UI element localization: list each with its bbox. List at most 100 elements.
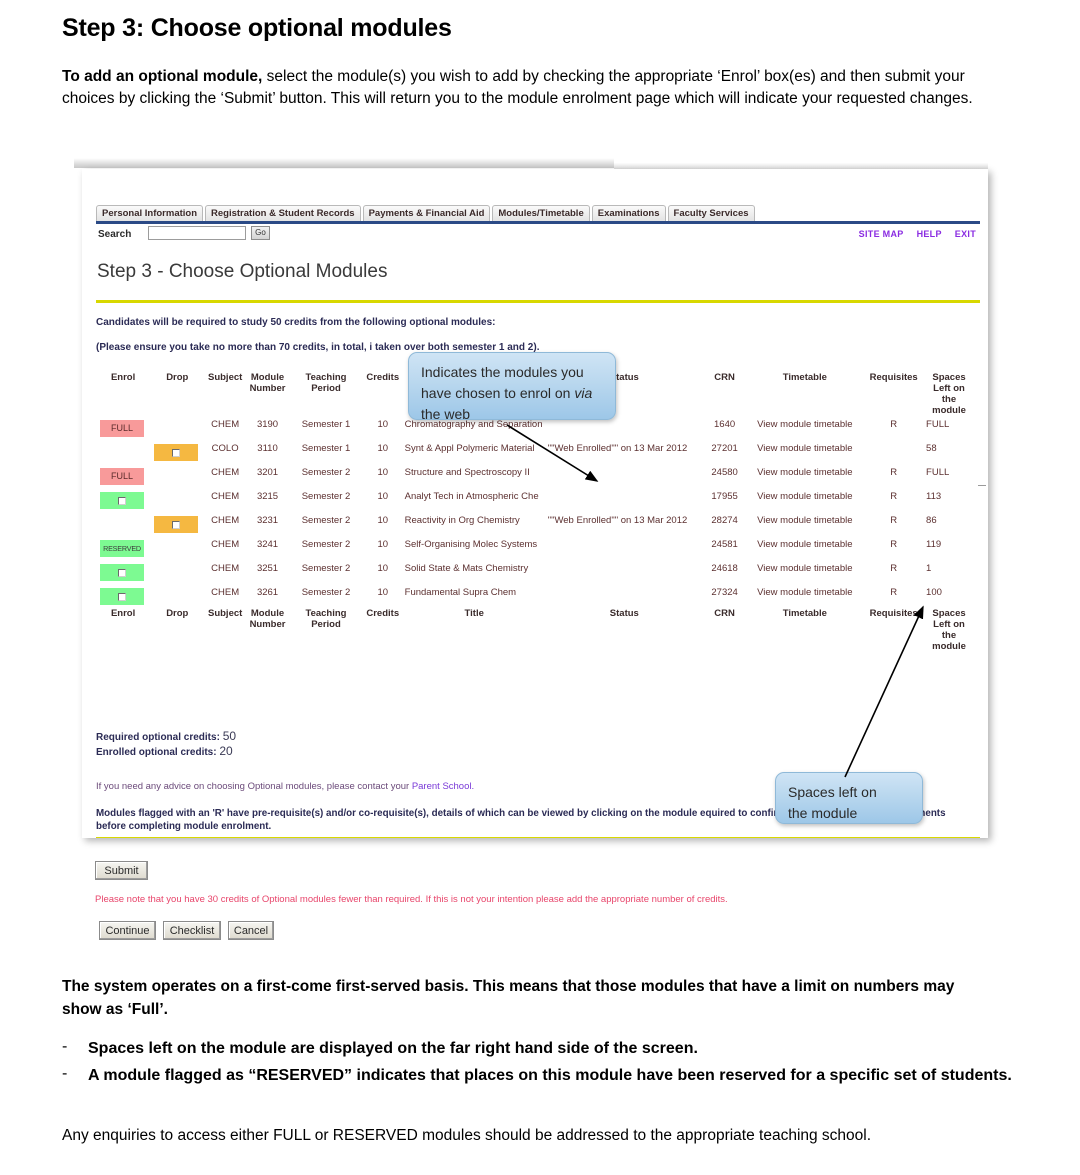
th-timetable: Timetable (782, 372, 827, 383)
link-help[interactable]: HELP (917, 229, 942, 239)
bullet-dash-icon: - (62, 1038, 68, 1055)
nav-tab-modules-timetable[interactable]: Modules/Timetable (492, 205, 590, 222)
bullet-text: Spaces left on the module are displayed … (88, 1040, 698, 1057)
cell-teaching-period: Semester 2 (301, 587, 351, 598)
drop-checkbox-cell[interactable] (154, 444, 199, 461)
cell-timetable-link[interactable]: View module timetable (746, 536, 863, 560)
continue-button[interactable]: Continue (99, 921, 156, 940)
enrol-checkbox[interactable] (118, 496, 126, 505)
th-drop: Drop (166, 372, 189, 383)
callout-two-line2: the module (788, 805, 858, 821)
submit-button[interactable]: Submit (95, 861, 148, 880)
callout-one-line1: Indicates the modules you (421, 364, 584, 380)
utility-links[interactable]: SITE MAP HELP EXIT (846, 229, 976, 239)
cell-title: Reactivity in Org Chemistry (404, 515, 520, 526)
cell-crn: 28274 (711, 515, 738, 526)
nav-tab-personal-information[interactable]: Personal Information (96, 205, 204, 222)
enrolled-credits-line: Enrolled optional credits: 20 (96, 744, 233, 758)
cell-spaces-left: 86 (926, 515, 937, 526)
cell-enrol (96, 440, 150, 464)
bullet-list: - Spaces left on the module are displaye… (62, 1038, 1012, 1091)
th-enrol: Enrol (110, 372, 136, 383)
table-row: FULL CHEM 3201 Semester 2 10 Structure and Sp… (96, 464, 974, 488)
cell-subject[interactable]: CHEM (204, 584, 246, 608)
cell-module-number[interactable]: 3201 (246, 464, 289, 488)
table-row: CHEM 3215 Semester 2 10 Analyt Tech in Atmos… (96, 488, 974, 512)
tf-timetable: Timetable (782, 608, 827, 619)
cell-title: Solid State & Mats Chemistry (404, 563, 529, 574)
callout-one-line3: the web (421, 406, 471, 422)
search-row: Search Go SITE MAP HELP EXIT (96, 226, 980, 244)
screen-heading: Step 3 - Choose Optional Modules (97, 261, 388, 282)
cell-timetable-link[interactable]: View module timetable (746, 560, 863, 584)
parent-school-link[interactable]: Parent School. (412, 781, 474, 792)
table-body: FULL CHEM 3190 Semester 1 10 Chromatography a… (96, 416, 974, 608)
nav-tab-payments-financial-aid[interactable]: Payments & Financial Aid (362, 205, 491, 222)
cell-module-number[interactable]: 3231 (246, 512, 289, 536)
cell-subject[interactable]: CHEM (204, 536, 246, 560)
search-label: Search (98, 229, 132, 240)
required-credits-label: Required optional credits: (96, 732, 220, 743)
list-item: - Spaces left on the module are displaye… (62, 1038, 1012, 1061)
cell-requisites: R (890, 491, 898, 502)
search-go-button[interactable]: Go (251, 226, 270, 240)
cell-module-number[interactable]: 3251 (246, 560, 289, 584)
cell-credits: 10 (377, 419, 389, 430)
cell-subject[interactable]: CHEM (204, 416, 246, 440)
cell-enrol: RESERVED (96, 536, 150, 560)
checklist-button[interactable]: Checklist (163, 921, 221, 940)
bullet-dash-icon: - (62, 1064, 68, 1082)
cell-subject[interactable]: CHEM (204, 464, 246, 488)
cell-timetable-link[interactable]: View module timetable (746, 512, 863, 536)
search-input[interactable] (148, 226, 246, 240)
enrol-checkbox-cell[interactable] (100, 588, 144, 605)
cell-timetable-link[interactable]: View module timetable (746, 416, 863, 440)
cell-module-number[interactable]: 3241 (246, 536, 289, 560)
cell-subject[interactable]: COLO (204, 440, 246, 464)
cell-subject[interactable]: CHEM (204, 560, 246, 584)
cell-module-number[interactable]: 3190 (246, 416, 289, 440)
main-nav-tabs[interactable]: Personal Information Registration & Stude… (96, 204, 980, 222)
drop-checkbox-cell[interactable] (154, 516, 199, 533)
cell-enrol (96, 512, 150, 536)
status-badge-full: FULL (100, 468, 144, 485)
cell-crn: 1640 (714, 419, 736, 430)
cell-subject[interactable]: CHEM (204, 488, 246, 512)
footer-divider (96, 837, 980, 838)
th-subject: Subject (207, 372, 243, 383)
drop-checkbox[interactable] (172, 520, 181, 529)
cell-timetable-link[interactable]: View module timetable (746, 464, 863, 488)
cell-module-number[interactable]: 3215 (246, 488, 289, 512)
th-module-number: Module Number (249, 372, 286, 394)
link-site-map[interactable]: SITE MAP (859, 229, 904, 239)
cell-timetable-link[interactable]: View module timetable (746, 584, 863, 608)
cell-timetable-link[interactable]: View module timetable (746, 488, 863, 512)
nav-tab-registration-student-records[interactable]: Registration & Student Records (205, 205, 361, 222)
cell-enrol: FULL (96, 464, 150, 488)
link-exit[interactable]: EXIT (955, 229, 976, 239)
cell-status: ""Web Enrolled"" on 13 Mar 2012 (547, 515, 688, 526)
cell-subject[interactable]: CHEM (204, 512, 246, 536)
cell-teaching-period: Semester 2 (301, 563, 351, 574)
cancel-button[interactable]: Cancel (228, 921, 274, 940)
callout-spaces-left: Spaces left on the module (775, 772, 923, 824)
enrol-checkbox-cell[interactable] (100, 564, 144, 581)
cell-requisites: R (890, 467, 898, 478)
cell-module-number[interactable]: 3110 (246, 440, 289, 464)
cell-crn: 24581 (711, 539, 738, 550)
drop-checkbox[interactable] (172, 448, 181, 457)
tf-module-number: Module Number (249, 608, 286, 630)
candidates-requirement-text: Candidates will be required to study 50 … (96, 317, 496, 328)
enrolled-credits-value: 20 (219, 744, 233, 758)
table-row: CHEM 3251 Semester 2 10 Solid State & Mats C… (96, 560, 974, 584)
cell-drop (150, 464, 204, 488)
enrol-checkbox[interactable] (118, 592, 126, 601)
cell-timetable-link[interactable]: View module timetable (746, 440, 863, 464)
enrol-checkbox-cell[interactable] (100, 492, 144, 509)
enrol-checkbox[interactable] (118, 568, 126, 577)
nav-tab-examinations[interactable]: Examinations (591, 205, 666, 222)
cell-crn: 24580 (711, 467, 738, 478)
cell-module-number[interactable]: 3261 (246, 584, 289, 608)
list-item: - A module flagged as “RESERVED” indicat… (62, 1065, 1012, 1088)
nav-tab-faculty-services[interactable]: Faculty Services (667, 205, 755, 222)
